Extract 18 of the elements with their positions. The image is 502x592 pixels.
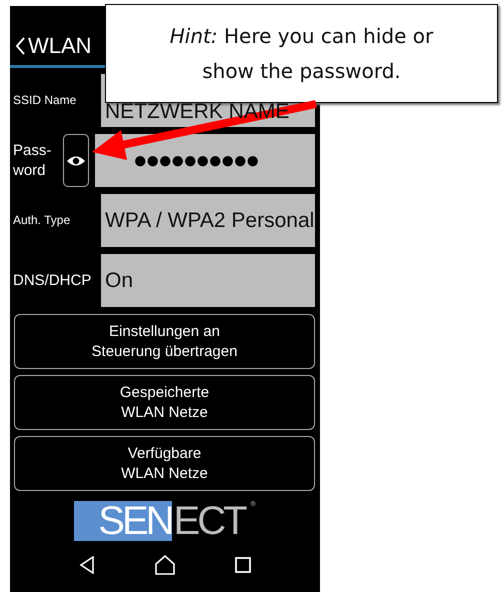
input-field[interactable]: WPA / WPA2 Personal	[101, 194, 315, 247]
field-label: SSID Name	[13, 92, 78, 108]
input-field[interactable]: On	[101, 254, 315, 307]
action-button[interactable]: Einstellungen an Steuerung übertragen	[14, 314, 315, 369]
field-label: DNS/DHCP	[13, 270, 92, 290]
password-field[interactable]: ●●●●●●●●●●	[95, 134, 315, 187]
show-password-button[interactable]	[63, 134, 89, 187]
action-button[interactable]: Gespeicherte WLAN Netze	[14, 375, 315, 430]
field-label: Auth. Type	[13, 212, 72, 228]
eye-icon	[66, 154, 86, 166]
action-button[interactable]: Verfügbare WLAN Netze	[14, 436, 315, 491]
home-icon[interactable]	[154, 555, 176, 575]
chevron-icon	[14, 36, 26, 56]
field-label: Pass- word	[13, 141, 52, 180]
back-button[interactable]: WLAN	[14, 33, 92, 59]
square-icon[interactable]	[234, 557, 251, 573]
back-icon[interactable]	[79, 556, 96, 574]
hint-text: Hint: Here you can hide or show the password.	[168, 22, 434, 84]
